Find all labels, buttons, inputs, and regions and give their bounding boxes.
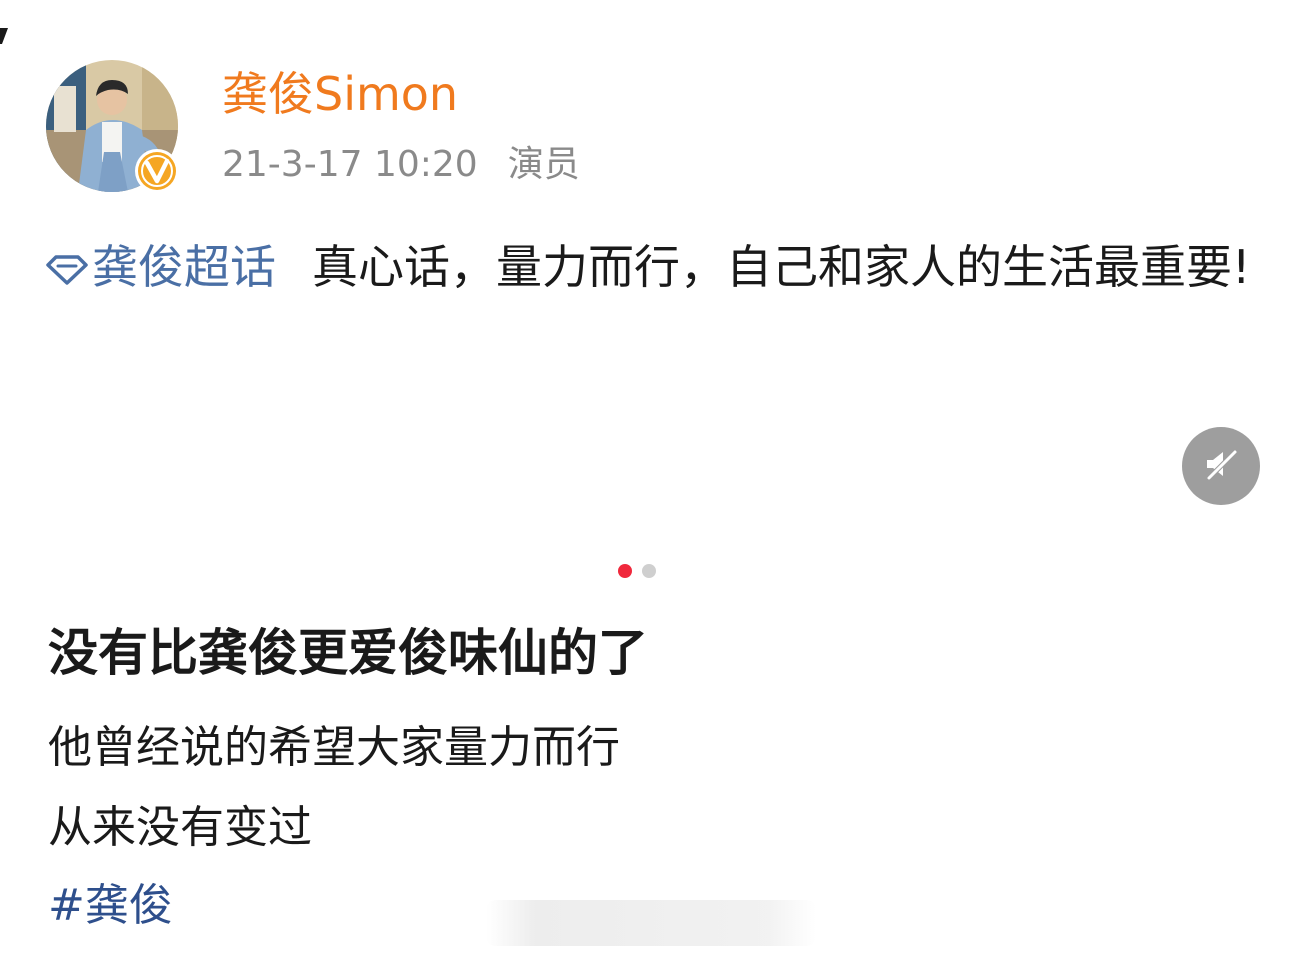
author-role: 演员 [507, 144, 580, 185]
post-meta: 21-3-17 10:20 演员 [222, 140, 580, 190]
caption-headline: 没有比龚俊更爱俊味仙的了 [48, 624, 648, 682]
speaker-muted-icon [1201, 444, 1241, 488]
carousel-dot[interactable] [642, 564, 656, 578]
author-avatar[interactable] [46, 60, 182, 196]
watermark [486, 900, 816, 946]
supertopic-link[interactable]: 龚俊超话 [44, 240, 276, 294]
verified-badge-icon [134, 148, 180, 194]
hashtag-link[interactable]: #龚俊 [48, 876, 173, 936]
post-timestamp: 21-3-17 10:20 [222, 144, 478, 185]
carousel-dot-active[interactable] [618, 564, 632, 578]
post-text: 真心话，量力而行，自己和家人的生活最重要! [312, 240, 1251, 294]
caption-line: 他曾经说的希望大家量力而行 [48, 722, 620, 773]
corner-mark [0, 28, 8, 44]
mute-button[interactable] [1182, 427, 1260, 505]
author-name[interactable]: 龚俊Simon [222, 64, 458, 124]
carousel-indicator [618, 564, 656, 580]
diamond-icon [44, 236, 90, 285]
weibo-post-screen: 龚俊Simon 21-3-17 10:20 演员 龚俊超话 真心话，量力而行，自己和… [0, 0, 1290, 955]
caption-line: 从来没有变过 [48, 802, 312, 853]
supertopic-label: 龚俊超话 [92, 240, 276, 294]
post-body: 龚俊超话 真心话，量力而行，自己和家人的生活最重要! [44, 232, 1254, 302]
